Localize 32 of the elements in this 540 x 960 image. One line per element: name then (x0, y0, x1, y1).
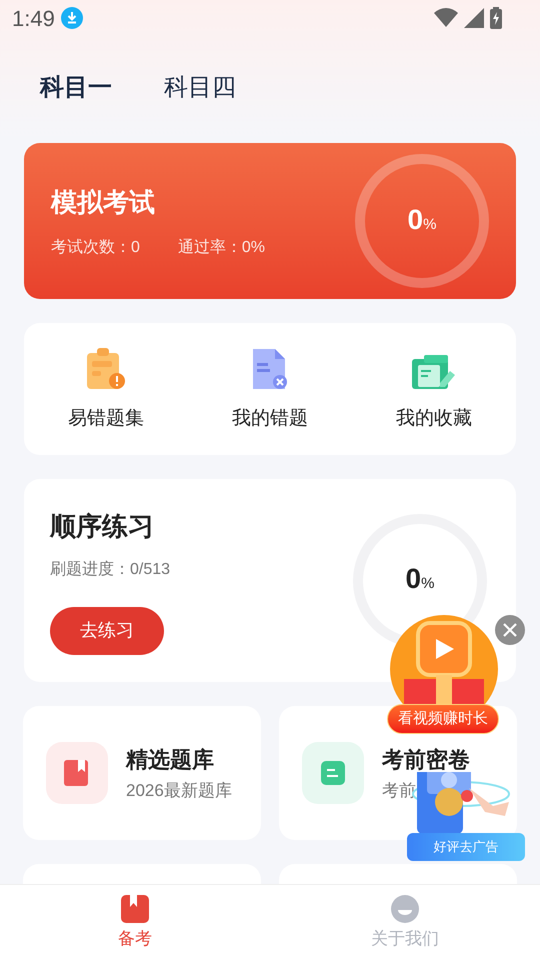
exam-stat: 通过率：0% (178, 238, 266, 258)
percent-sign: % (421, 574, 434, 594)
bank-title: 考前密卷 (382, 746, 470, 774)
practice-button[interactable]: 去练习 (50, 606, 164, 654)
smiley-icon (390, 894, 420, 924)
status-time: 1:49 (12, 4, 55, 32)
percent-value: 0 (408, 206, 424, 234)
clipboard-warning-icon (86, 346, 126, 391)
subject-tab[interactable]: 科目四 (164, 70, 236, 106)
shortcut-item[interactable]: 我的错题 (188, 344, 352, 434)
progress-text: 刷题进度：0/513 (50, 560, 170, 580)
card-title: 顺序练习 (50, 510, 155, 542)
bank-title: 精选题库 (126, 746, 215, 774)
close-icon (503, 623, 517, 637)
bank-subtitle: 2026最新题库 (126, 780, 232, 802)
percent-value: 0 (406, 565, 422, 594)
folder-pen-icon (410, 352, 458, 391)
question-bank-card[interactable]: 精选题库 2026最新题库 (23, 706, 261, 840)
subject-tab[interactable]: 科目一 (40, 70, 112, 106)
exam-stat: 考试次数：0 (51, 238, 140, 258)
card-title: 模拟考试 (51, 186, 156, 218)
shortcut-item[interactable]: 我的收藏 (352, 344, 516, 434)
shortcut-item[interactable]: 易错题集 (24, 344, 188, 434)
download-icon (60, 7, 83, 29)
document-x-icon (251, 346, 289, 391)
percent-sign: % (423, 214, 436, 235)
bookmark-book-icon (120, 894, 150, 924)
nav-tab[interactable]: 备考 (0, 885, 270, 960)
signal-icon (464, 8, 484, 28)
document-icon (318, 758, 348, 788)
battery-icon (490, 7, 502, 29)
wifi-icon (434, 8, 458, 28)
